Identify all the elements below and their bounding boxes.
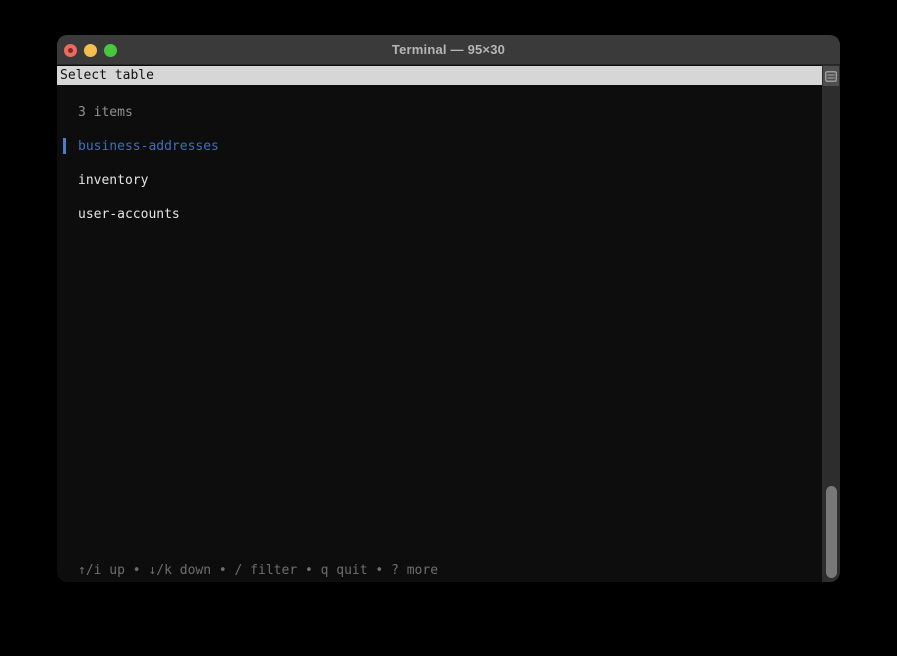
table-name: business-addresses: [78, 139, 219, 154]
scrollbar-thumb[interactable]: [826, 486, 837, 578]
scrollbar-track[interactable]: [822, 65, 840, 582]
window-title: Terminal — 95×30: [392, 42, 505, 57]
minimize-button[interactable]: [84, 44, 97, 57]
selection-cursor-bar: [63, 138, 66, 154]
list-item[interactable]: business-addresses: [57, 138, 822, 155]
list-item[interactable]: inventory: [57, 172, 822, 189]
unsaved-changes-dot: [68, 48, 73, 53]
table-name: inventory: [78, 173, 148, 188]
app-header-bar: Select table: [57, 66, 822, 85]
list-item[interactable]: user-accounts: [57, 206, 822, 223]
app-header-title: Select table: [60, 68, 154, 83]
close-button[interactable]: [64, 44, 77, 57]
item-count-label: 3 items: [57, 104, 822, 121]
table-name: user-accounts: [78, 207, 180, 222]
split-pane-icon: [825, 71, 837, 82]
table-list: 3 items business-addresses inventory user-…: [57, 104, 822, 240]
zoom-button[interactable]: [104, 44, 117, 57]
help-bar: ↑/i up • ↓/k down • / filter • q quit • …: [57, 562, 438, 579]
traffic-lights: [64, 35, 117, 65]
terminal-window: Terminal — 95×30 Select table 3 items bu…: [57, 35, 840, 582]
terminal-content: Select table 3 items business-addresses i…: [57, 65, 840, 582]
window-titlebar[interactable]: Terminal — 95×30: [57, 35, 840, 65]
split-pane-button[interactable]: [823, 66, 839, 86]
